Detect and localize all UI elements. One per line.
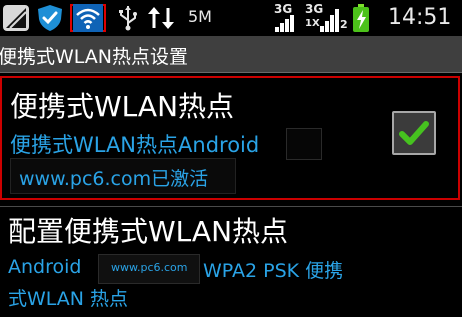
data-transfer-icon [146,4,178,32]
configure-hotspot-title: 配置便携式WLAN热点 [8,215,289,248]
hotspot-toggle-summary: 便携式WLAN热点Android [10,133,260,157]
configure-hotspot-summary-a: Android [8,256,82,278]
checkmark-icon [399,121,429,145]
hotspot-toggle-title: 便携式WLAN热点 [10,90,235,123]
page-title: 便携式WLAN热点设置 [0,46,189,68]
battery-charging-icon [352,4,370,32]
status-bar: 5M 3G 3G 1X 2 14:51 [0,0,462,36]
summary-overlay-box [286,128,322,160]
wifi-hotspot-icon [73,4,103,32]
usb-icon [116,4,140,32]
configure-hotspot-summary-b: WPA2 PSK 便携 [203,260,344,282]
hotspot-status-box: www.pc6.com已激活 [10,158,236,194]
notification-app-icon [2,4,30,32]
list-divider [0,206,462,207]
sim1-label: 1X [305,18,320,29]
settings-title-bar: 便携式WLAN热点设置 [0,36,462,73]
clock: 14:51 [388,5,452,30]
watermark-box: www.pc6.com [98,254,200,284]
shield-icon [36,4,64,32]
hotspot-status-text: www.pc6.com已激活 [19,168,209,190]
sim2-label: 2 [340,18,348,31]
network-speed: 5M [188,7,212,26]
watermark-text: www.pc6.com [111,261,188,274]
hotspot-checkbox[interactable] [392,111,436,155]
configure-hotspot-summary-line2: 式WLAN 热点 [8,288,129,310]
